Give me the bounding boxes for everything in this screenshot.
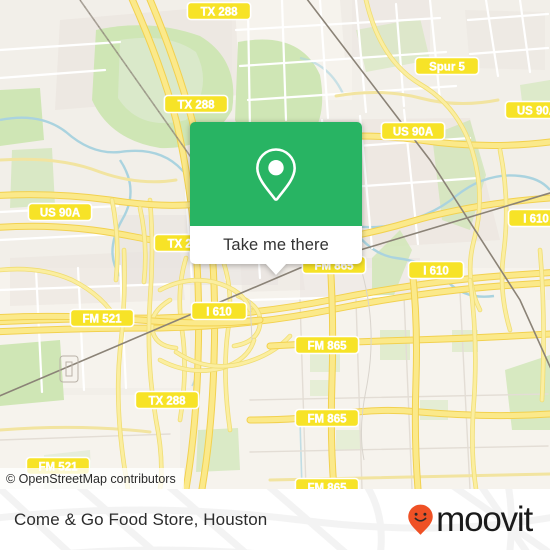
footer-bar: Come & Go Food Store, Houston moovit	[0, 489, 550, 550]
moovit-wordmark: moovit	[436, 500, 533, 539]
map-view[interactable]: .bg { fill:#f2efe9; } .blk { fill:#f6f3e…	[0, 0, 550, 489]
popup-pin-area	[190, 122, 362, 226]
map-attribution[interactable]: © OpenStreetMap contributors	[0, 468, 184, 489]
take-me-there-button[interactable]: Take me there	[190, 226, 362, 264]
moovit-logo[interactable]: moovit	[407, 500, 533, 539]
place-popup-card[interactable]: Take me there	[190, 122, 362, 275]
place-title: Come & Go Food Store, Houston	[14, 509, 268, 529]
map-attribution-text: © OpenStreetMap contributors	[6, 471, 176, 486]
moovit-pin-icon	[408, 504, 433, 535]
moovit-place-card: .bg { fill:#f2efe9; } .blk { fill:#f6f3e…	[0, 0, 550, 550]
popup-tail	[265, 263, 287, 275]
take-me-there-label: Take me there	[223, 235, 329, 254]
map-pin-icon	[256, 148, 296, 201]
